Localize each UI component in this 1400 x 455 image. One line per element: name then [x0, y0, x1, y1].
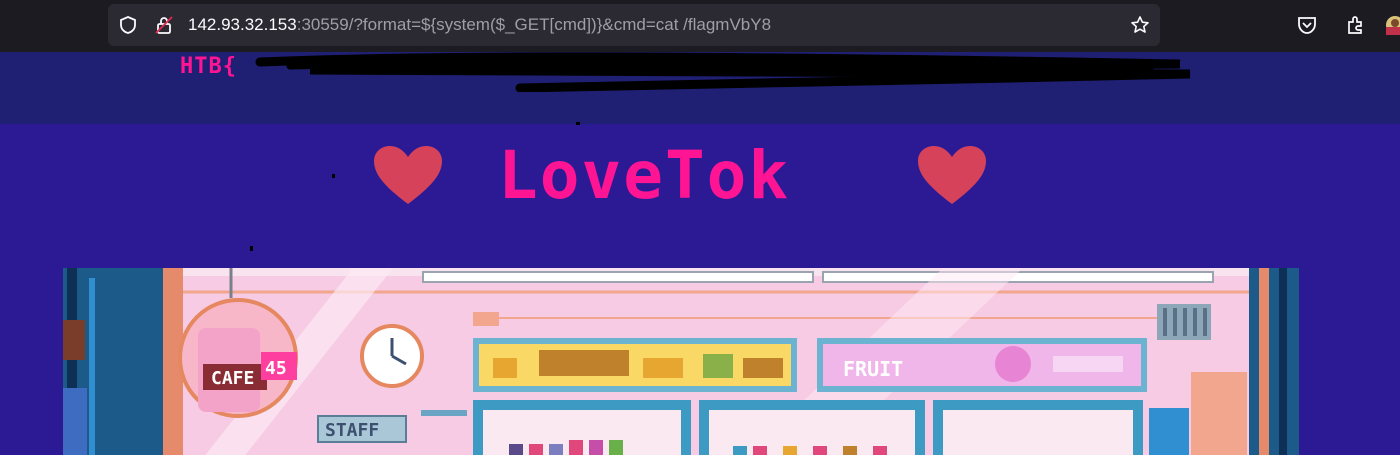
- speck: [250, 246, 253, 251]
- pixel-art-banner: CAFE 45 STAFF FRUIT: [63, 268, 1299, 455]
- pocket-icon[interactable]: [1296, 14, 1318, 36]
- flag-text: HTB{: [180, 54, 237, 79]
- address-bar[interactable]: 142.93.32.153:30559/?format=${system($_G…: [108, 4, 1160, 46]
- site-title: LoveTok: [498, 137, 791, 214]
- url-path: :30559/?format=${system($_GET[cmd])}&cmd…: [296, 15, 772, 34]
- cafe-number-text: 45: [265, 358, 287, 379]
- star-icon[interactable]: [1130, 15, 1150, 35]
- header-band: HTB{: [0, 52, 1400, 124]
- heart-icon: [374, 146, 442, 204]
- profile-icon[interactable]: [1384, 14, 1400, 36]
- redaction-scribble: [255, 52, 1191, 92]
- speck: [576, 122, 580, 125]
- page-body: HTB{ LoveTok CAFE 45 STAFF FRUIT: [0, 52, 1400, 455]
- lock-icon[interactable]: [154, 15, 174, 35]
- staff-sign-text: STAFF: [325, 420, 379, 441]
- pixel-art-scene: CAFE 45 STAFF FRUIT: [63, 268, 1299, 455]
- browser-toolbar: 142.93.32.153:30559/?format=${system($_G…: [0, 0, 1400, 52]
- title-row: LoveTok: [0, 137, 1400, 220]
- url-host: 142.93.32.153: [188, 15, 297, 34]
- heart-icon: [918, 146, 986, 204]
- shield-icon[interactable]: [118, 15, 138, 35]
- extensions-icon[interactable]: [1344, 14, 1366, 36]
- fruit-sign-text: FRUIT: [843, 357, 903, 381]
- url-text[interactable]: 142.93.32.153:30559/?format=${system($_G…: [188, 15, 771, 35]
- cafe-sign-text: CAFE: [211, 368, 254, 389]
